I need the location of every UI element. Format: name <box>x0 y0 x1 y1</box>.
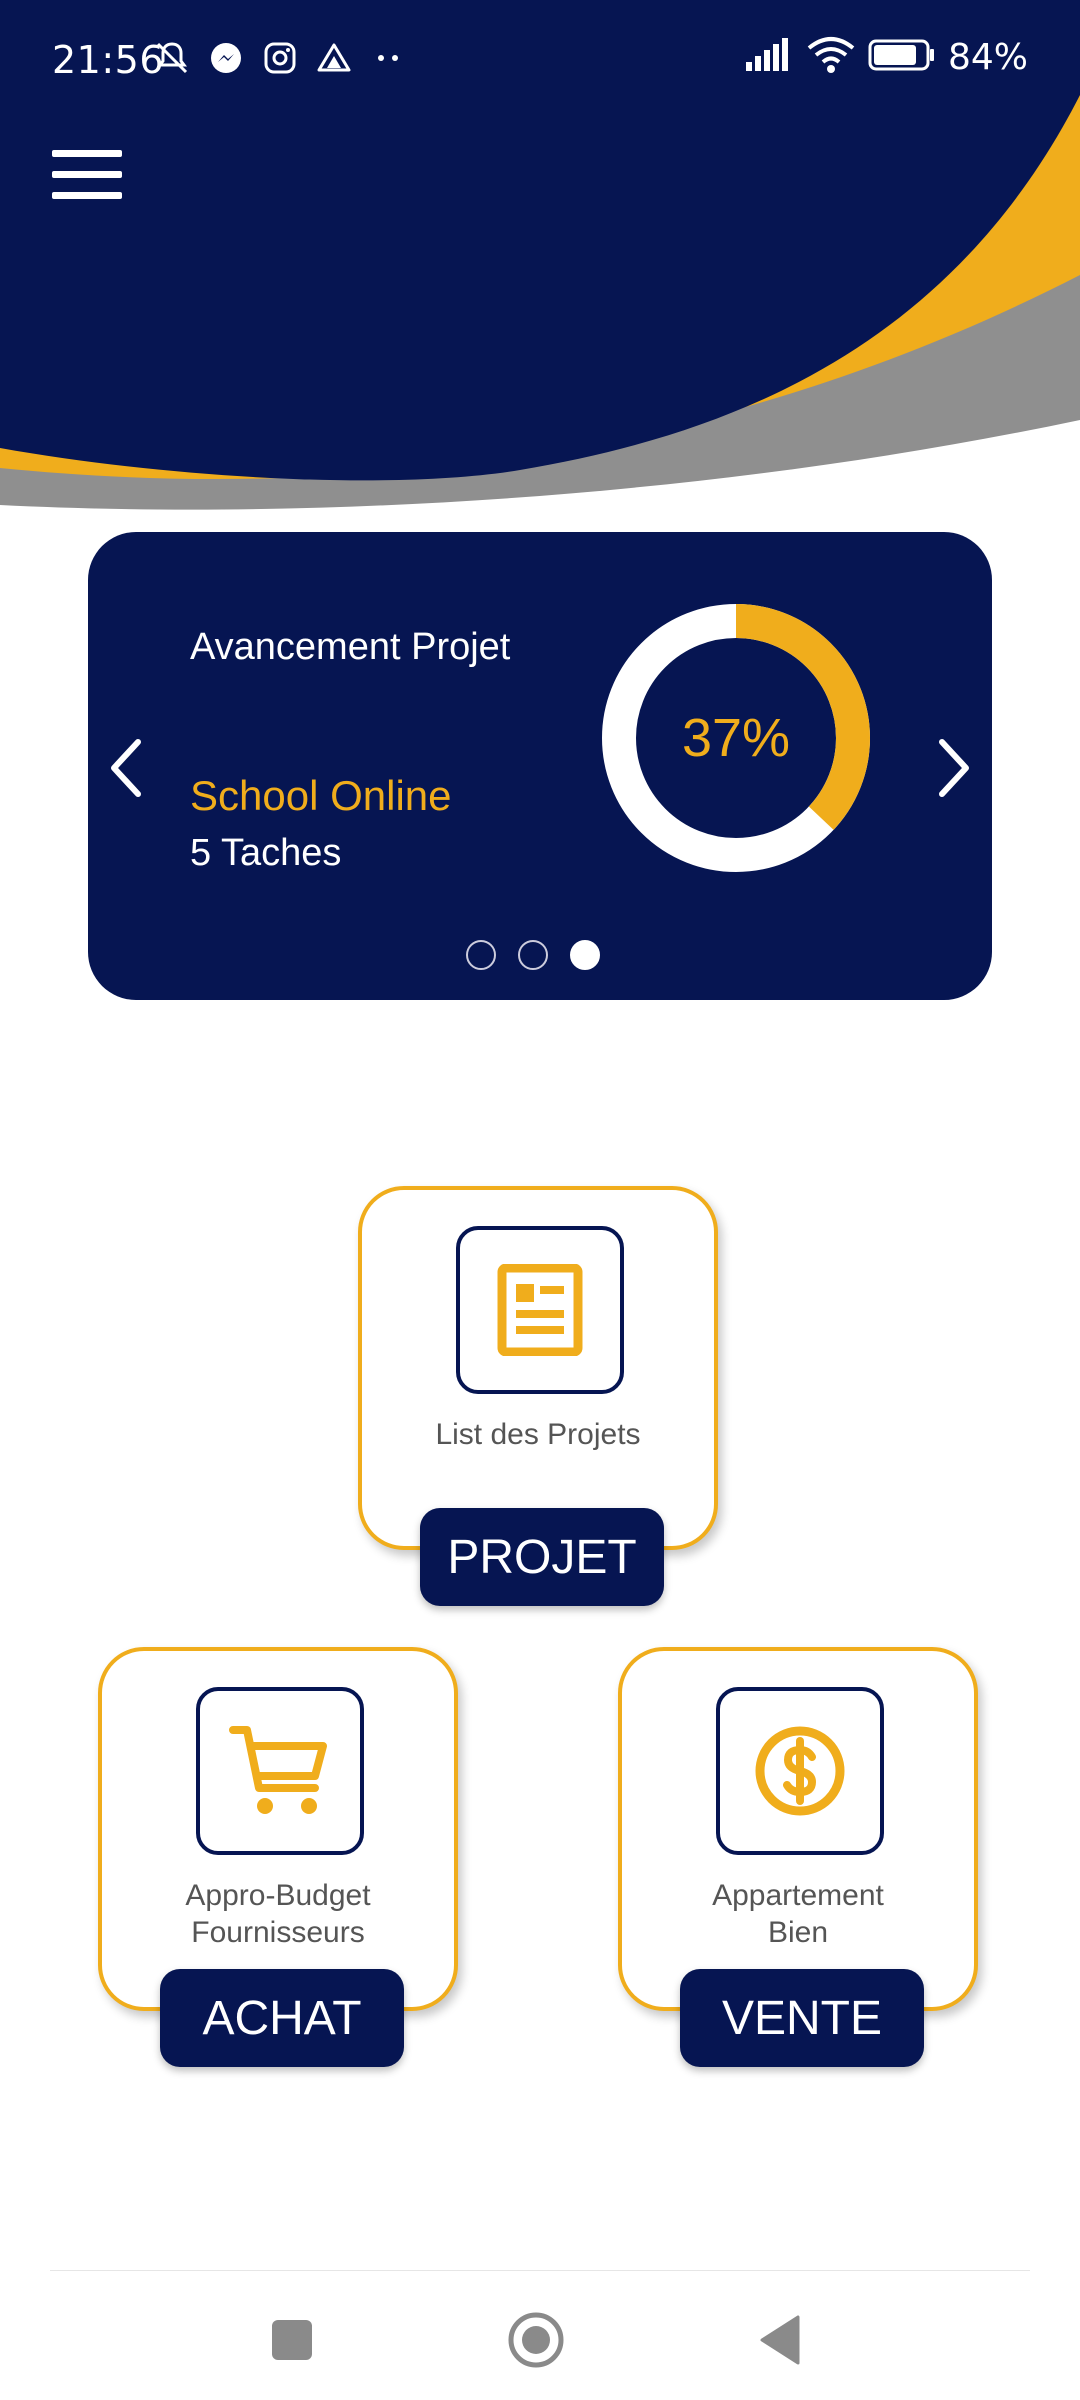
triangle-back-icon[interactable] <box>750 2310 810 2370</box>
task-count: 5 Taches <box>190 832 342 874</box>
projet-tile-label: List des Projets <box>362 1416 714 1453</box>
projet-tile[interactable]: List des Projets PROJET <box>358 1186 718 1606</box>
vente-tile-label: Appartement Bien <box>622 1877 974 1951</box>
carousel-dot-3[interactable] <box>570 940 600 970</box>
drive-icon <box>314 38 354 78</box>
vente-badge[interactable]: VENTE <box>680 1969 924 2067</box>
circle-home-icon[interactable] <box>506 2310 566 2370</box>
card-title: Avancement Projet <box>190 626 511 668</box>
more-dots-icon <box>368 38 408 78</box>
projet-label-line1: List des Projets <box>435 1418 641 1451</box>
carousel-dots <box>466 940 600 970</box>
vente-label-line2: Bien <box>767 1916 829 1949</box>
achat-tile-label: Appro-Budget Fournisseurs <box>102 1877 454 1951</box>
hamburger-menu-icon[interactable] <box>52 150 122 210</box>
achat-tile[interactable]: Appro-Budget Fournisseurs ACHAT <box>98 1647 458 2067</box>
status-bar: 21:56 84% <box>0 0 1080 120</box>
status-time: 21:56 <box>52 38 165 82</box>
achat-label-line2: Fournisseurs <box>191 1916 365 1949</box>
dollar-coin-icon <box>716 1687 884 1855</box>
instagram-icon <box>260 38 300 78</box>
square-recents-icon[interactable] <box>262 2310 322 2370</box>
status-notification-icons <box>152 38 408 78</box>
shopping-cart-icon <box>196 1687 364 1855</box>
chevron-left-icon[interactable] <box>98 728 158 808</box>
achat-label-line1: Appro-Budget <box>185 1879 371 1912</box>
vente-label-line1: Appartement <box>712 1879 884 1912</box>
mute-icon <box>152 38 192 78</box>
status-system-icons: 84% <box>744 36 1028 78</box>
wifi-icon <box>806 36 856 78</box>
progress-percent: 37% <box>681 708 791 768</box>
vente-tile[interactable]: Appartement Bien VENTE <box>618 1647 978 2067</box>
progress-card[interactable]: Avancement Projet School Online 5 Taches… <box>88 532 992 1000</box>
chevron-right-icon[interactable] <box>922 728 982 808</box>
carousel-dot-1[interactable] <box>466 940 496 970</box>
battery-percent: 84% <box>947 36 1028 78</box>
document-list-icon <box>456 1226 624 1394</box>
signal-icon <box>744 38 794 76</box>
carousel-dot-2[interactable] <box>518 940 548 970</box>
battery-icon <box>868 38 936 76</box>
projet-badge[interactable]: PROJET <box>420 1508 664 1606</box>
project-name: School Online <box>190 772 452 819</box>
achat-badge[interactable]: ACHAT <box>160 1969 404 2067</box>
messenger-icon <box>206 38 246 78</box>
nav-divider <box>50 2270 1030 2271</box>
